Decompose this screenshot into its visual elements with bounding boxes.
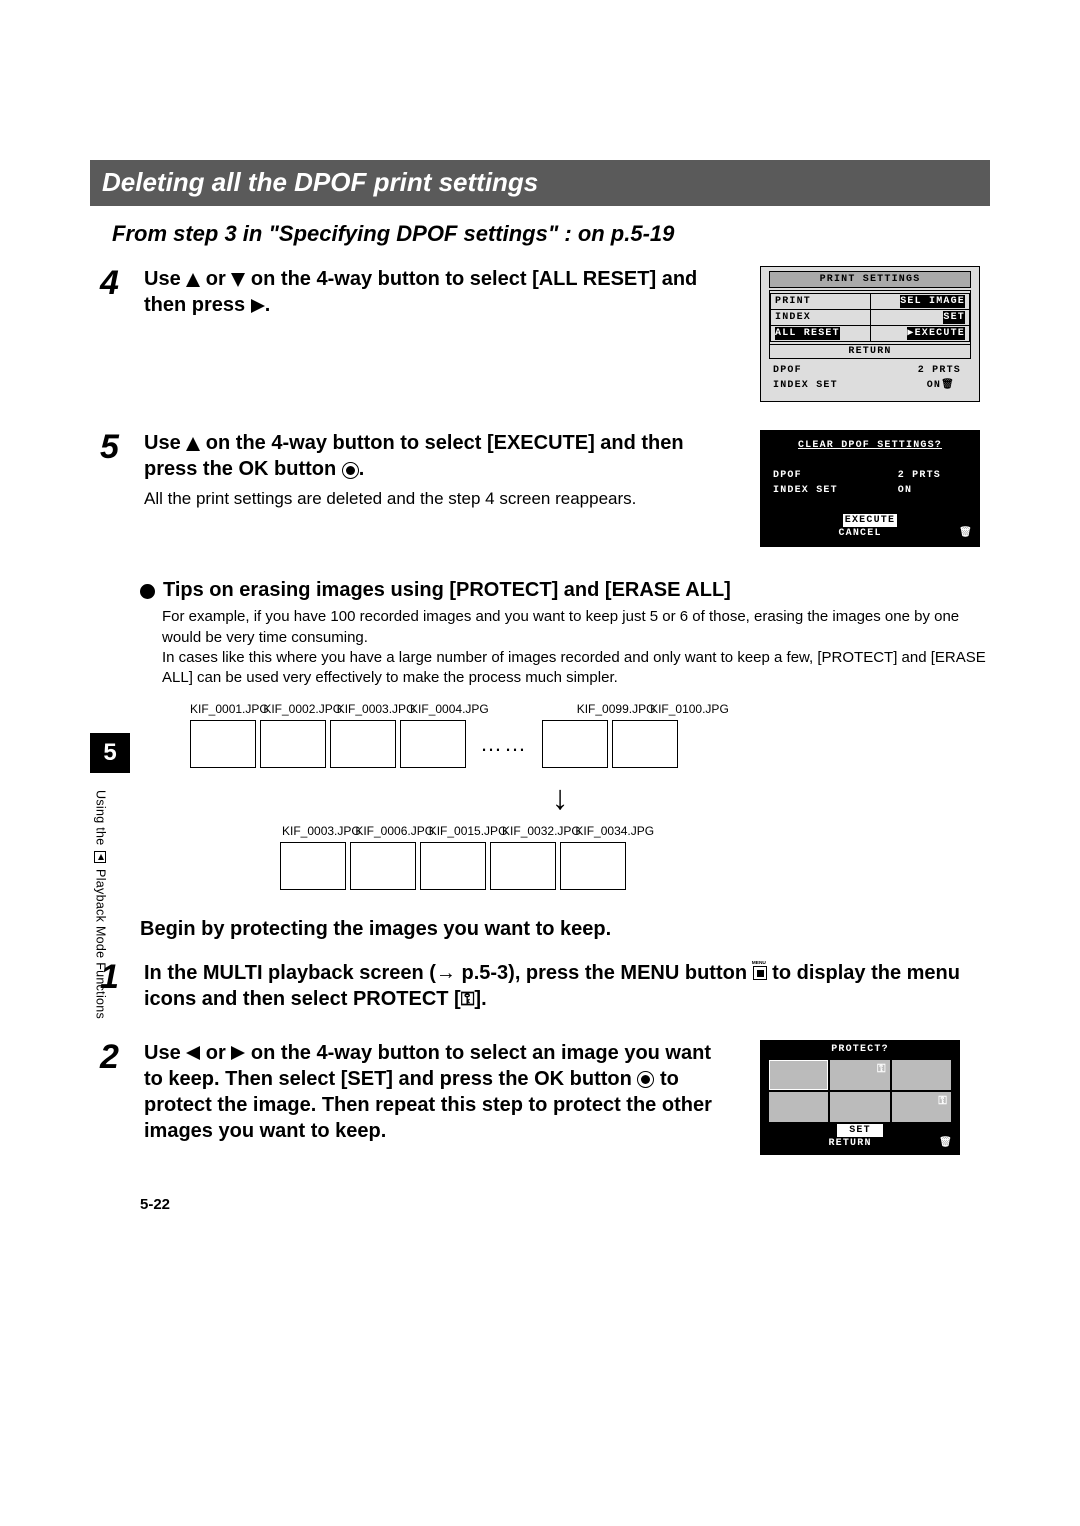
trash-icon: 🗑 bbox=[959, 527, 973, 540]
clear-dpof-lcd: CLEAR DPOF SETTINGS? DPOF2 PRTS INDEX SE… bbox=[760, 430, 980, 547]
sidebar-label: Using the Playback Mode Functions bbox=[92, 790, 108, 1060]
protect-key-icon: ⚿ bbox=[938, 1095, 948, 1109]
lcd-title: PROTECT? bbox=[761, 1041, 959, 1058]
thumbnail bbox=[612, 720, 678, 768]
step-4-text: Use or on the 4-way button to select [AL… bbox=[144, 266, 730, 402]
step-5-text: Use on the 4-way button to select [EXECU… bbox=[144, 430, 730, 482]
section-header: Deleting all the DPOF print settings bbox=[90, 160, 990, 206]
tips-title: Tips on erasing images using [PROTECT] a… bbox=[140, 577, 990, 603]
trash-icon: 🗑 bbox=[939, 1137, 953, 1150]
protect-key-icon: ⚿ bbox=[877, 1063, 887, 1077]
step-1-text: In the MULTI playback screen (→ p.5-3), … bbox=[144, 960, 990, 1012]
step-4: 4 Use or on the 4-way button to select [… bbox=[90, 266, 990, 402]
from-step-line: From step 3 in "Specifying DPOF settings… bbox=[112, 220, 990, 249]
left-arrow-icon bbox=[186, 1046, 200, 1060]
lcd-title: CLEAR DPOF SETTINGS? bbox=[761, 435, 979, 456]
protect-key-icon: ⚿ bbox=[461, 989, 475, 1009]
ok-button-icon bbox=[342, 462, 359, 479]
lcd-thumbnail bbox=[830, 1092, 889, 1122]
return-option: RETURN bbox=[828, 1138, 871, 1149]
begin-line: Begin by protecting the images you want … bbox=[140, 916, 990, 942]
ellipsis-icon: …… bbox=[480, 730, 528, 759]
step-number: 4 bbox=[90, 266, 144, 300]
step-2-text: Use or on the 4-way button to select an … bbox=[144, 1040, 730, 1155]
page-number: 5-22 bbox=[140, 1195, 990, 1215]
thumbnail bbox=[330, 720, 396, 768]
lcd-return: RETURN bbox=[769, 345, 971, 359]
step-2-protect: 2 Use or on the 4-way button to select a… bbox=[90, 1040, 990, 1155]
bullet-icon bbox=[140, 584, 155, 599]
lcd-thumbnail: ⚿ bbox=[892, 1092, 951, 1122]
playback-icon bbox=[94, 851, 106, 863]
down-arrow-icon: ↓ bbox=[190, 776, 930, 820]
image-strip-before: KIF_0001.JPG KIF_0002.JPG KIF_0003.JPG K… bbox=[190, 702, 930, 889]
down-arrow-icon bbox=[231, 273, 245, 287]
thumbnail bbox=[400, 720, 466, 768]
lcd-thumbnail bbox=[892, 1060, 951, 1090]
thumbnail bbox=[350, 842, 416, 890]
execute-option: EXECUTE bbox=[843, 514, 897, 527]
step-5: 5 Use on the 4-way button to select [EXE… bbox=[90, 430, 990, 547]
up-arrow-icon bbox=[186, 273, 200, 287]
chapter-number-box: 5 bbox=[90, 733, 130, 773]
protect-lcd: PROTECT? ⚿ ⚿ SET RETURN 🗑 bbox=[760, 1040, 960, 1155]
thumbnail bbox=[560, 842, 626, 890]
thumbnail bbox=[542, 720, 608, 768]
right-arrow-icon bbox=[251, 299, 265, 313]
thumbnail bbox=[280, 842, 346, 890]
ok-button-icon bbox=[637, 1071, 654, 1088]
lcd-thumbnail bbox=[769, 1092, 828, 1122]
thumbnail bbox=[420, 842, 486, 890]
thumbnail bbox=[190, 720, 256, 768]
step-number: 5 bbox=[90, 430, 144, 464]
step-5-body: All the print settings are deleted and t… bbox=[144, 488, 730, 510]
print-settings-lcd: PRINT SETTINGS PRINTSEL IMAGE INDEXSET A… bbox=[760, 266, 980, 402]
up-arrow-icon bbox=[186, 437, 200, 451]
menu-button-icon bbox=[753, 966, 767, 980]
right-arrow-icon bbox=[231, 1046, 245, 1060]
lcd-title: PRINT SETTINGS bbox=[769, 271, 971, 288]
trash-icon: 🗑 bbox=[941, 379, 955, 392]
set-option: SET bbox=[837, 1124, 883, 1137]
lcd-thumbnail bbox=[769, 1060, 828, 1090]
thumbnail bbox=[260, 720, 326, 768]
thumbnail bbox=[490, 842, 556, 890]
step-1-protect: 1 In the MULTI playback screen (→ p.5-3)… bbox=[90, 960, 990, 1012]
tips-body: For example, if you have 100 recorded im… bbox=[162, 607, 990, 688]
lcd-thumbnail: ⚿ bbox=[830, 1060, 889, 1090]
cancel-option: CANCEL bbox=[838, 528, 881, 539]
